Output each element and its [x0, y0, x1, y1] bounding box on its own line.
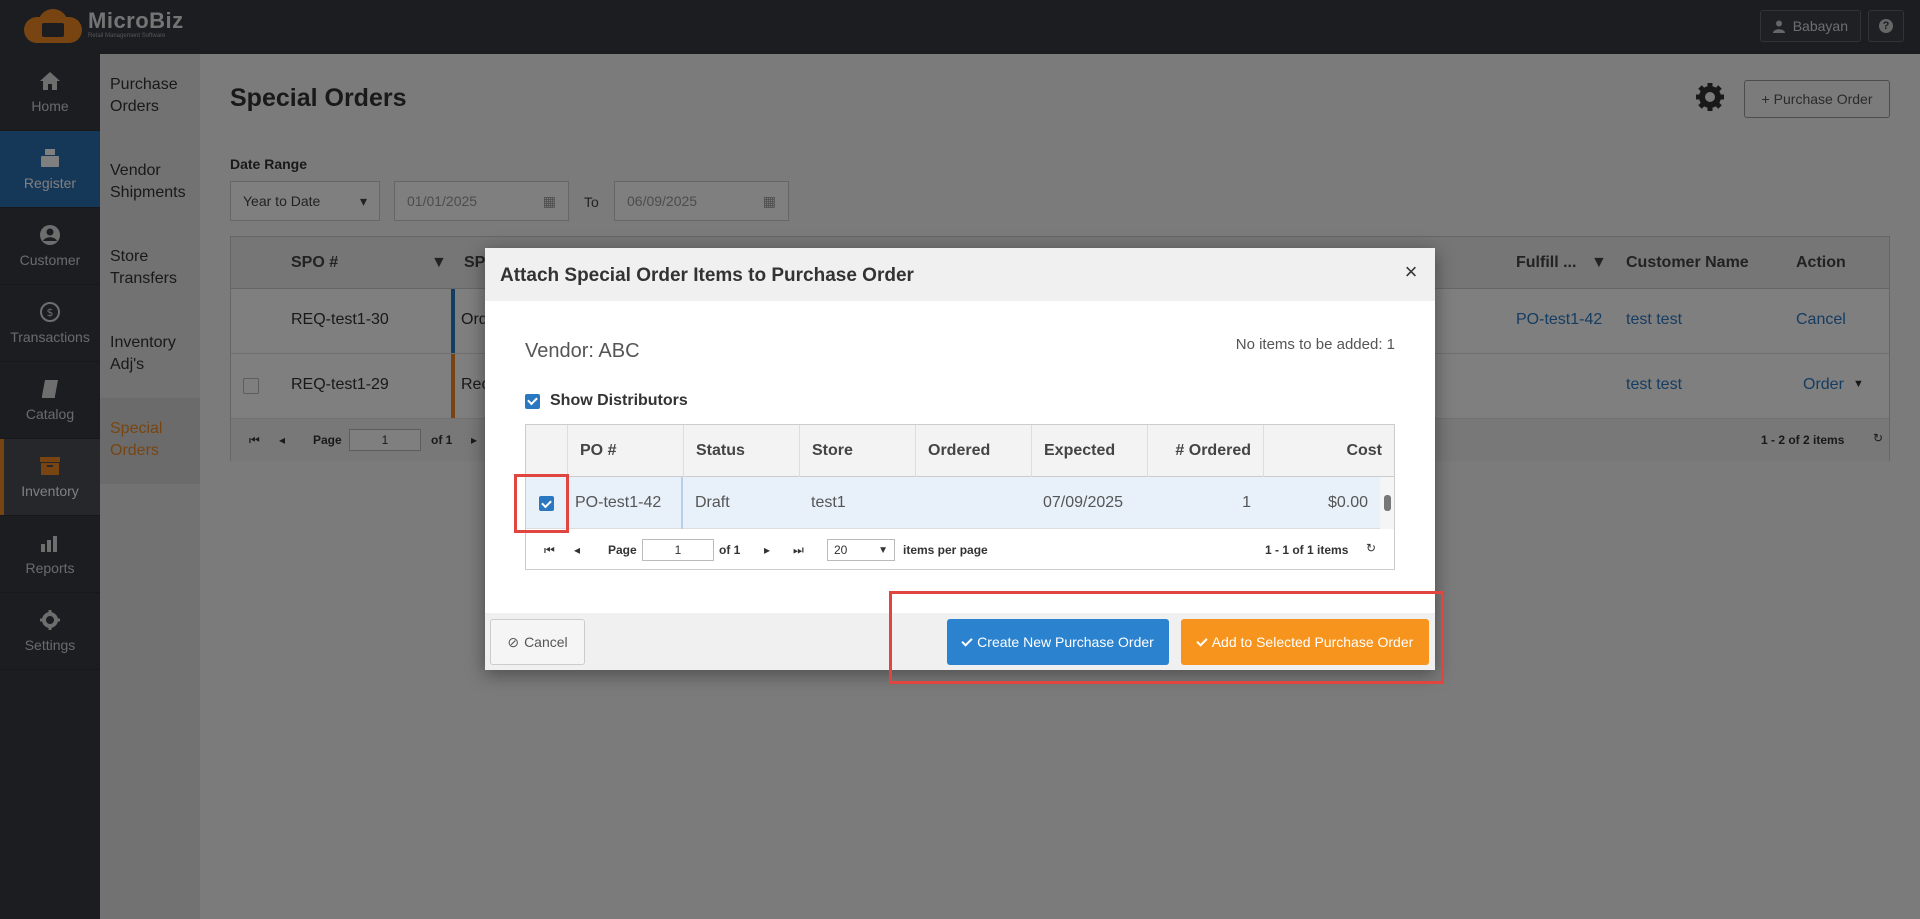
col-expected[interactable]: Expected	[1031, 425, 1147, 477]
dialog-header: Attach Special Order Items to Purchase O…	[485, 248, 1435, 301]
page-label: Page	[608, 543, 637, 557]
page-size-value: 20	[834, 543, 848, 557]
po-status: Draft	[695, 494, 730, 511]
dialog-title: Attach Special Order Items to Purchase O…	[500, 265, 914, 286]
po-cost: $0.00	[1327, 494, 1368, 511]
show-distributors-toggle[interactable]: Show Distributors	[525, 392, 688, 410]
po-store: test1	[811, 494, 846, 511]
po-num-ordered: 1	[1242, 494, 1251, 511]
last-page-icon[interactable]: ⏭	[793, 543, 804, 558]
first-page-icon[interactable]: ⏮	[544, 543, 555, 558]
caret-down-icon: ▼	[878, 544, 888, 556]
col-num-ordered[interactable]: # Ordered	[1147, 425, 1263, 477]
page-of: of 1	[719, 543, 741, 557]
page-size-select[interactable]: 20 ▼	[827, 539, 895, 561]
close-icon[interactable]: ×	[1401, 261, 1421, 283]
col-status[interactable]: Status	[683, 425, 799, 477]
refresh-icon[interactable]: ↻	[1366, 541, 1376, 555]
cancel-circle-icon: ⊘	[507, 633, 520, 650]
po-grid-pager: ⏮ ◂ Page 1 of 1 ▸ ⏭ 20 ▼ items per page …	[526, 529, 1394, 571]
col-cost[interactable]: Cost	[1263, 425, 1394, 477]
vendor-label: Vendor: ABC	[525, 340, 640, 362]
items-per-page-label: items per page	[903, 543, 988, 557]
items-summary: 1 - 1 of 1 items	[1265, 543, 1349, 557]
col-po[interactable]: PO #	[567, 425, 683, 477]
table-row[interactable]: PO-test1-42 Draft test1 07/09/2025 1 $0.…	[526, 477, 1394, 529]
cancel-label: Cancel	[524, 634, 568, 650]
po-expected: 07/09/2025	[1043, 494, 1124, 511]
col-store[interactable]: Store	[799, 425, 915, 477]
no-items-label: No items to be added: 1	[1235, 336, 1395, 353]
col-select	[526, 425, 567, 477]
show-distributors-checkbox[interactable]	[525, 393, 540, 409]
highlight-box-checkbox	[514, 474, 569, 533]
po-ordered	[915, 477, 1031, 529]
col-ordered[interactable]: Ordered	[915, 425, 1031, 477]
po-number: PO-test1-42	[567, 477, 683, 529]
page-number-input[interactable]: 1	[642, 539, 714, 561]
po-grid-header: PO # Status Store Ordered Expected # Ord…	[526, 425, 1394, 477]
vertical-scrollbar[interactable]	[1380, 477, 1394, 529]
show-distributors-label: Show Distributors	[550, 392, 688, 409]
highlight-box-buttons	[889, 591, 1444, 684]
purchase-orders-grid: PO # Status Store Ordered Expected # Ord…	[525, 424, 1395, 570]
cancel-button[interactable]: ⊘ Cancel	[490, 619, 585, 665]
next-page-icon[interactable]: ▸	[764, 543, 770, 557]
prev-page-icon[interactable]: ◂	[574, 543, 580, 557]
